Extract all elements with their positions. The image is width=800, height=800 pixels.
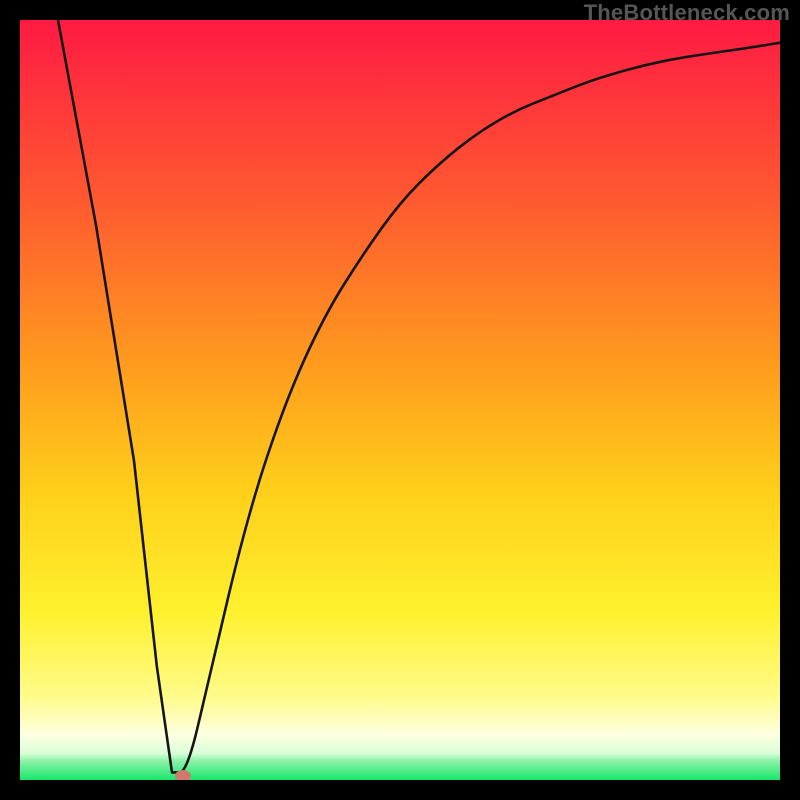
minimum-marker <box>175 770 191 780</box>
plot-area <box>20 20 780 780</box>
gradient-background <box>20 20 780 780</box>
bottleneck-chart <box>20 20 780 780</box>
watermark-text: TheBottleneck.com <box>584 0 790 26</box>
